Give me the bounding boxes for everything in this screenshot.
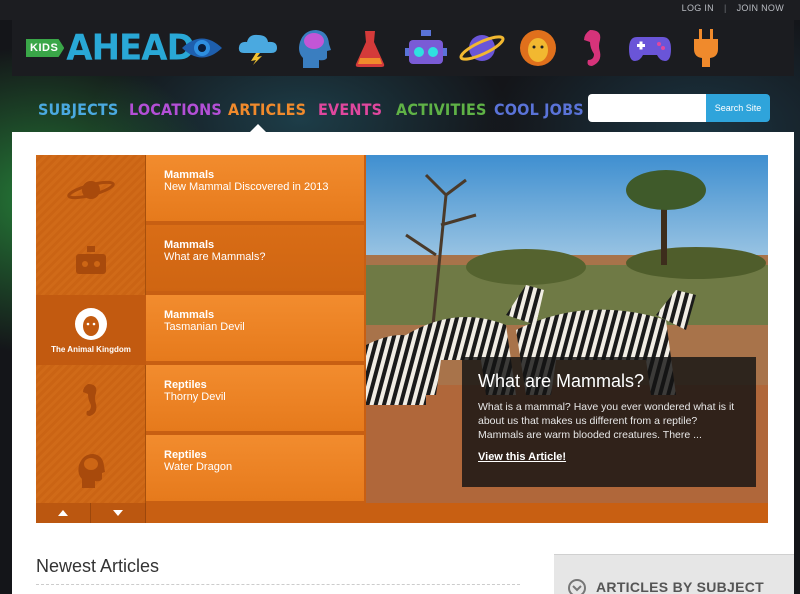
category-animal-kingdom[interactable]: The Animal Kingdom	[36, 295, 146, 365]
nav-cool-jobs[interactable]: COOL JOBS	[494, 100, 584, 119]
featured-photo[interactable]: What are Mammals? What is a mammal? Have…	[366, 155, 768, 503]
articles-by-subject-box: ARTICLES BY SUBJECT	[554, 554, 794, 594]
category-column: The Animal Kingdom	[36, 155, 146, 503]
caption-text: What is a mammal? Have you ever wondered…	[478, 401, 735, 441]
article-category: Reptiles	[164, 379, 207, 391]
seahorse-icon	[83, 384, 97, 416]
article-item[interactable]: Mammals New Mammal Discovered in 2013	[146, 155, 364, 223]
article-list: Mammals New Mammal Discovered in 2013 Ma…	[146, 155, 372, 503]
nav-activities[interactable]: ACTIVITIES	[396, 100, 487, 119]
articles-by-subject-title: ARTICLES BY SUBJECT	[596, 579, 765, 594]
logo-kids: KIDS	[26, 39, 65, 57]
heading-divider	[36, 584, 520, 585]
nav-events[interactable]: EVENTS	[318, 100, 382, 119]
category-arrows	[36, 503, 146, 523]
article-title: New Mammal Discovered in 2013	[164, 181, 329, 193]
article-title: Water Dragon	[164, 461, 233, 473]
header: KIDS AHEAD	[12, 20, 794, 76]
flask-icon[interactable]	[346, 26, 394, 70]
gamepad-icon[interactable]	[626, 26, 674, 70]
view-article-link[interactable]: View this Article!	[478, 451, 566, 463]
category-ocean[interactable]	[36, 365, 146, 435]
newest-articles-heading: Newest Articles	[36, 556, 160, 576]
site-logo[interactable]: KIDS AHEAD	[26, 27, 195, 69]
article-category: Mammals	[164, 169, 215, 181]
article-item-active[interactable]: Mammals What are Mammals?	[146, 225, 372, 293]
article-category: Mammals	[164, 239, 215, 251]
slider-bottom-bar	[146, 503, 768, 523]
robot-icon[interactable]	[402, 26, 450, 70]
arrow-down-icon	[113, 510, 123, 516]
eye-icon[interactable]	[178, 26, 226, 70]
main-nav: SUBJECTS LOCATIONS ARTICLES EVENTS ACTIV…	[12, 76, 794, 132]
planet-icon[interactable]	[458, 26, 506, 70]
caption-title: What are Mammals?	[478, 371, 645, 391]
category-technology[interactable]	[36, 225, 146, 295]
article-item[interactable]: Reptiles Water Dragon	[146, 435, 364, 503]
article-category: Reptiles	[164, 449, 207, 461]
planet-icon	[67, 180, 115, 200]
featured-caption: What are Mammals? What is a mammal? Have…	[462, 357, 756, 487]
storm-cloud-icon[interactable]	[234, 26, 282, 70]
search-button[interactable]: Search Site	[706, 94, 770, 122]
brain-head-icon	[78, 454, 105, 488]
plug-icon[interactable]	[682, 26, 730, 70]
account-links: LOG IN | JOIN NOW	[682, 3, 784, 13]
robot-icon	[76, 246, 106, 274]
article-title: Tasmanian Devil	[164, 321, 245, 333]
join-link[interactable]: JOIN NOW	[737, 3, 784, 13]
lion-icon[interactable]	[514, 26, 562, 70]
scroll-up-button[interactable]	[36, 503, 91, 523]
article-title: Thorny Devil	[164, 391, 226, 403]
category-space[interactable]	[36, 155, 146, 225]
nav-articles[interactable]: ARTICLES	[228, 100, 306, 119]
lion-icon	[75, 307, 107, 340]
nav-subjects[interactable]: SUBJECTS	[38, 100, 118, 119]
logo-ahead: AHEAD	[66, 27, 195, 69]
arrow-up-icon	[58, 510, 68, 516]
login-link[interactable]: LOG IN	[682, 3, 714, 13]
chevron-down-circle-icon[interactable]	[568, 579, 586, 594]
active-nav-pointer	[250, 124, 266, 132]
category-human-body[interactable]	[36, 435, 146, 505]
category-icon-bar	[178, 26, 730, 70]
article-item[interactable]: Mammals Tasmanian Devil	[146, 295, 364, 363]
article-title: What are Mammals?	[164, 251, 266, 263]
brain-head-icon[interactable]	[290, 26, 338, 70]
content-panel: The Animal Kingdom Mammals New Mammal Di…	[12, 132, 794, 594]
article-category: Mammals	[164, 309, 215, 321]
seahorse-icon[interactable]	[570, 26, 618, 70]
separator: |	[723, 3, 727, 13]
active-category-label: The Animal Kingdom	[51, 344, 131, 354]
nav-locations[interactable]: LOCATIONS	[129, 100, 222, 119]
article-item[interactable]: Reptiles Thorny Devil	[146, 365, 364, 433]
top-bar: LOG IN | JOIN NOW	[0, 0, 800, 20]
article-slider: The Animal Kingdom Mammals New Mammal Di…	[36, 155, 768, 523]
scroll-down-button[interactable]	[91, 503, 146, 523]
search-input[interactable]	[588, 94, 706, 122]
